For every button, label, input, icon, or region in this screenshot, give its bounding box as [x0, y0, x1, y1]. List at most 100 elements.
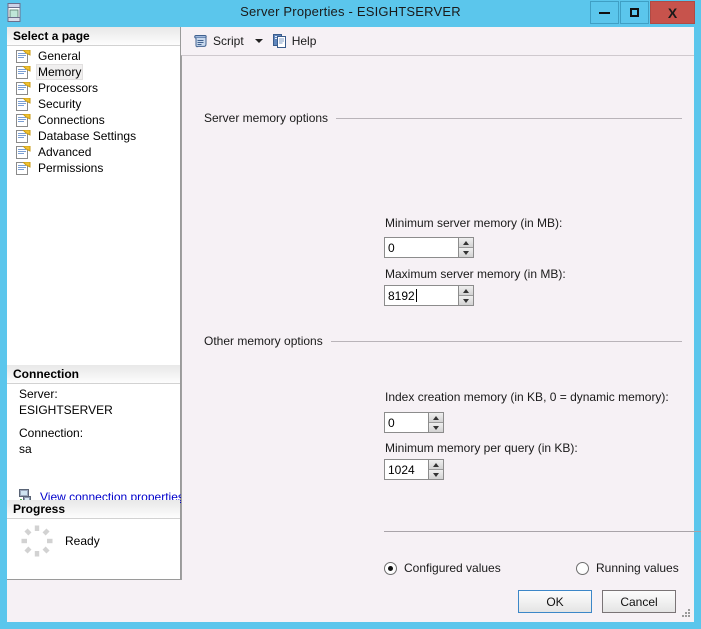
chevron-down-icon [432, 472, 440, 477]
page-icon [16, 65, 31, 79]
stepper-down-button[interactable] [459, 248, 473, 257]
other-memory-options-group: Other memory options [204, 334, 682, 348]
select-a-page-header: Select a page [7, 27, 180, 46]
chevron-down-icon[interactable] [254, 39, 263, 43]
connection-label: Connection: [19, 426, 84, 440]
sidebar-item-database-settings[interactable]: Database Settings [7, 128, 180, 144]
min-memory-per-query-input[interactable]: 1024 [384, 459, 428, 480]
min-server-memory-stepper[interactable]: 0 [384, 237, 474, 258]
page-icon [16, 161, 31, 175]
script-scroll-icon [193, 33, 209, 49]
sidebar-item-label: Connections [38, 113, 105, 127]
maximize-icon [630, 8, 639, 17]
min-memory-per-query-stepper[interactable]: 1024 [384, 459, 444, 480]
toolbar: Script Help [181, 27, 694, 55]
stepper-down-button[interactable] [429, 423, 443, 432]
sidebar-item-advanced[interactable]: Advanced [7, 144, 180, 160]
sidebar-item-permissions[interactable]: Permissions [7, 160, 180, 176]
min-server-memory-input[interactable]: 0 [384, 237, 458, 258]
text-caret [415, 289, 417, 302]
sidebar-item-label: Advanced [38, 145, 92, 159]
minimize-button[interactable] [590, 1, 619, 24]
resize-grip-icon[interactable] [679, 607, 691, 619]
chevron-down-icon [462, 298, 470, 303]
maximize-button[interactable] [620, 1, 649, 24]
page-icon [16, 97, 31, 111]
close-icon: X [667, 4, 678, 21]
running-values-label: Running values [596, 561, 679, 575]
dialog-footer: OK Cancel [7, 581, 694, 622]
stepper-up-button[interactable] [459, 286, 473, 296]
max-server-memory-stepper[interactable]: 8192 [384, 285, 474, 306]
sidebar-item-label: Permissions [38, 161, 104, 175]
chevron-up-icon [462, 240, 470, 245]
chevron-up-icon [432, 462, 440, 467]
max-server-memory-label: Maximum server memory (in MB): [385, 267, 566, 281]
memory-settings-panel: Server memory options Minimum server mem… [181, 55, 701, 580]
running-values-radio[interactable]: Running values [576, 561, 679, 575]
radio-selected-icon [384, 561, 397, 575]
stepper-buttons [428, 412, 444, 433]
sidebar-item-label: Processors [38, 81, 99, 95]
sidebar-item-label: General [38, 49, 81, 63]
group-label: Other memory options [204, 334, 323, 348]
server-value: ESIGHTSERVER [19, 403, 113, 417]
connection-value: sa [19, 442, 32, 456]
group-label: Server memory options [204, 111, 329, 125]
ok-button[interactable]: OK [518, 590, 592, 613]
help-button[interactable]: Help [268, 30, 321, 52]
max-server-memory-input[interactable]: 8192 [384, 285, 458, 306]
cancel-button[interactable]: Cancel [602, 590, 676, 613]
group-rule [330, 340, 682, 342]
page-icon [16, 145, 31, 159]
page-icon [16, 49, 31, 63]
help-label: Help [291, 34, 317, 48]
server-properties-window: Server Properties - ESIGHTSERVER X Selec… [0, 0, 701, 629]
script-button[interactable]: Script [189, 30, 248, 52]
stepper-buttons [428, 459, 444, 480]
chevron-down-icon [432, 425, 440, 430]
stepper-up-button[interactable] [429, 460, 443, 470]
index-creation-memory-label: Index creation memory (in KB, 0 = dynami… [385, 390, 669, 404]
progress-spinner-icon [19, 523, 55, 559]
stepper-buttons [458, 285, 474, 306]
page-icon [16, 81, 31, 95]
stepper-down-button[interactable] [429, 470, 443, 479]
sidebar-item-memory[interactable]: Memory [7, 64, 180, 80]
min-server-memory-label: Minimum server memory (in MB): [385, 216, 563, 230]
server-label: Server: [19, 387, 58, 401]
minimize-icon [599, 11, 610, 14]
sidebar-item-label: Database Settings [38, 129, 137, 143]
close-button[interactable]: X [650, 1, 695, 24]
sidebar-item-processors[interactable]: Processors [7, 80, 180, 96]
chevron-up-icon [462, 288, 470, 293]
title-bar: Server Properties - ESIGHTSERVER X [0, 0, 701, 27]
connection-info: Server: ESIGHTSERVER Connection: sa [7, 387, 180, 457]
sidebar-item-connections[interactable]: Connections [7, 112, 180, 128]
progress-status: Ready [65, 534, 100, 548]
configured-values-radio[interactable]: Configured values [384, 561, 501, 575]
max-server-memory-value: 8192 [388, 289, 415, 303]
group-rule [336, 117, 682, 119]
index-creation-memory-stepper[interactable]: 0 [384, 412, 444, 433]
page-icon [16, 113, 31, 127]
sidebar-item-label: Memory [36, 64, 84, 80]
stepper-buttons [458, 237, 474, 258]
progress-info: Ready [19, 523, 100, 559]
page-icon [16, 129, 31, 143]
configured-values-label: Configured values [404, 561, 501, 575]
dialog-client-area: Select a page General Memory Processors … [7, 27, 701, 622]
sidebar-item-general[interactable]: General [7, 48, 180, 64]
min-memory-per-query-label: Minimum memory per query (in KB): [385, 441, 578, 455]
sidebar-item-security[interactable]: Security [7, 96, 180, 112]
stepper-down-button[interactable] [459, 296, 473, 305]
index-creation-memory-input[interactable]: 0 [384, 412, 428, 433]
radio-unselected-icon [576, 561, 589, 575]
sidebar: Select a page General Memory Processors … [7, 27, 184, 580]
script-label: Script [213, 34, 244, 48]
connection-section-header: Connection [7, 365, 180, 384]
page-list: General Memory Processors Security Conne… [7, 48, 180, 176]
stepper-up-button[interactable] [429, 413, 443, 423]
stepper-up-button[interactable] [459, 238, 473, 248]
